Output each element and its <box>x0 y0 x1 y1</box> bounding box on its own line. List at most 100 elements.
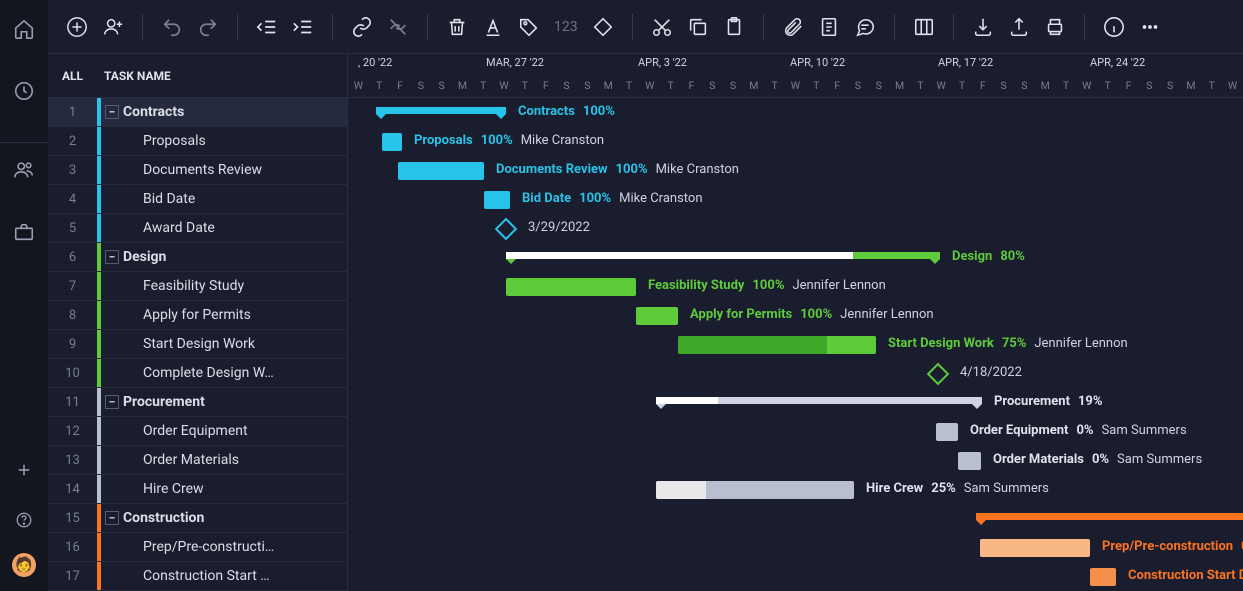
task-name-cell[interactable]: Order Materials <box>101 452 347 468</box>
day-letter: F <box>827 75 848 97</box>
undo-icon[interactable] <box>161 16 183 38</box>
task-row[interactable]: 4Bid Date <box>48 185 347 214</box>
task-name-cell[interactable]: Apply for Permits <box>101 307 347 323</box>
milestone-icon[interactable] <box>495 218 518 241</box>
briefcase-icon[interactable] <box>13 221 35 243</box>
outdent-icon[interactable] <box>256 16 278 38</box>
task-bar[interactable] <box>1090 568 1116 586</box>
task-name-cell[interactable]: Feasibility Study <box>101 278 347 294</box>
task-row[interactable]: 8Apply for Permits <box>48 301 347 330</box>
summary-bar[interactable] <box>376 107 506 114</box>
task-bar[interactable] <box>484 191 510 209</box>
day-letter: S <box>1160 75 1181 97</box>
user-avatar[interactable]: 🧑 <box>12 553 36 577</box>
text-color-icon[interactable] <box>482 16 504 38</box>
row-number: 16 <box>48 540 97 555</box>
task-bar[interactable] <box>936 423 958 441</box>
unlink-icon[interactable] <box>387 16 409 38</box>
task-name-cell[interactable]: Complete Design W… <box>101 365 347 381</box>
task-row[interactable]: 11−Procurement <box>48 388 347 417</box>
task-row[interactable]: 12Order Equipment <box>48 417 347 446</box>
add-user-icon[interactable] <box>102 16 124 38</box>
collapse-icon[interactable]: − <box>105 395 119 409</box>
task-name-cell[interactable]: Documents Review <box>101 162 347 178</box>
clock-icon[interactable] <box>13 80 35 102</box>
add-icon[interactable] <box>13 459 35 481</box>
summary-bar[interactable] <box>976 513 1243 520</box>
task-bar[interactable] <box>506 278 636 296</box>
collapse-icon[interactable]: − <box>105 250 119 264</box>
notes-icon[interactable] <box>818 16 840 38</box>
summary-bar[interactable] <box>506 252 940 259</box>
task-name-cell[interactable]: Award Date <box>101 220 347 236</box>
gantt-row: Contracts100% <box>348 98 1243 127</box>
task-name-cell[interactable]: Order Equipment <box>101 423 347 439</box>
bar-label: Feasibility Study100%Jennifer Lennon <box>648 278 886 293</box>
task-name-cell[interactable]: Hire Crew <box>101 481 347 497</box>
task-name-cell[interactable]: Start Design Work <box>101 336 347 352</box>
day-letter: S <box>702 75 723 97</box>
task-row[interactable]: 16 Prep/Pre-constructi… <box>48 533 347 562</box>
home-icon[interactable] <box>13 18 35 40</box>
columns-icon[interactable] <box>913 16 935 38</box>
comment-icon[interactable] <box>854 16 876 38</box>
task-row[interactable]: 5Award Date <box>48 214 347 243</box>
task-name-cell[interactable]: Construction Start … <box>101 568 347 584</box>
task-row[interactable]: 6−Design <box>48 243 347 272</box>
task-name-cell[interactable]: Prep/Pre-constructi… <box>101 539 347 555</box>
info-icon[interactable] <box>1103 16 1125 38</box>
summary-bar[interactable] <box>656 397 982 404</box>
task-row[interactable]: 14Hire Crew <box>48 475 347 504</box>
task-bar[interactable] <box>398 162 484 180</box>
cut-icon[interactable] <box>651 16 673 38</box>
people-icon[interactable] <box>13 159 35 181</box>
copy-icon[interactable] <box>687 16 709 38</box>
day-letter: F <box>1118 75 1139 97</box>
task-name-cell[interactable]: Bid Date <box>101 191 347 207</box>
add-circle-icon[interactable] <box>66 16 88 38</box>
task-bar[interactable] <box>636 307 678 325</box>
task-row[interactable]: 7Feasibility Study <box>48 272 347 301</box>
collapse-icon[interactable]: − <box>105 105 119 119</box>
task-bar[interactable] <box>958 452 981 470</box>
export-icon[interactable] <box>1008 16 1030 38</box>
diamond-icon[interactable] <box>592 16 614 38</box>
task-bar[interactable] <box>678 336 876 354</box>
task-row[interactable]: 13Order Materials <box>48 446 347 475</box>
task-row[interactable]: 2Proposals <box>48 127 347 156</box>
bar-label: Contracts100% <box>518 104 615 119</box>
help-icon[interactable] <box>13 509 35 531</box>
task-name: Order Equipment <box>143 423 248 439</box>
task-row[interactable]: 9Start Design Work <box>48 330 347 359</box>
task-bar[interactable] <box>656 481 854 499</box>
task-name-cell[interactable]: −Design <box>101 249 347 265</box>
task-name: Feasibility Study <box>143 278 244 294</box>
task-row[interactable]: 15−Construction <box>48 504 347 533</box>
trash-icon[interactable] <box>446 16 468 38</box>
print-icon[interactable] <box>1044 16 1066 38</box>
col-all[interactable]: ALL <box>48 69 97 83</box>
tag-icon[interactable] <box>518 16 540 38</box>
link-icon[interactable] <box>351 16 373 38</box>
task-name-cell[interactable]: Proposals <box>101 133 347 149</box>
more-icon[interactable] <box>1139 16 1161 38</box>
task-name-cell[interactable]: −Construction <box>101 510 347 526</box>
task-bar[interactable] <box>980 539 1090 557</box>
paste-icon[interactable] <box>723 16 745 38</box>
task-row[interactable]: 10Complete Design W… <box>48 359 347 388</box>
import-icon[interactable] <box>972 16 994 38</box>
milestone-icon[interactable] <box>927 363 950 386</box>
gantt-chart[interactable]: , 20 '22MAR, 27 '22APR, 3 '22APR, 10 '22… <box>348 54 1243 591</box>
task-row[interactable]: 3Documents Review <box>48 156 347 185</box>
task-name-cell[interactable]: −Contracts <box>101 104 347 120</box>
task-bar[interactable] <box>382 133 402 151</box>
task-row[interactable]: 1−Contracts <box>48 98 347 127</box>
task-row[interactable]: 17Construction Start … <box>48 562 347 591</box>
day-letter: T <box>910 75 931 97</box>
task-name-cell[interactable]: −Procurement <box>101 394 347 410</box>
indent-icon[interactable] <box>292 16 314 38</box>
attachment-icon[interactable] <box>782 16 804 38</box>
collapse-icon[interactable]: − <box>105 511 119 525</box>
col-taskname[interactable]: TASK NAME <box>97 69 347 83</box>
redo-icon[interactable] <box>197 16 219 38</box>
